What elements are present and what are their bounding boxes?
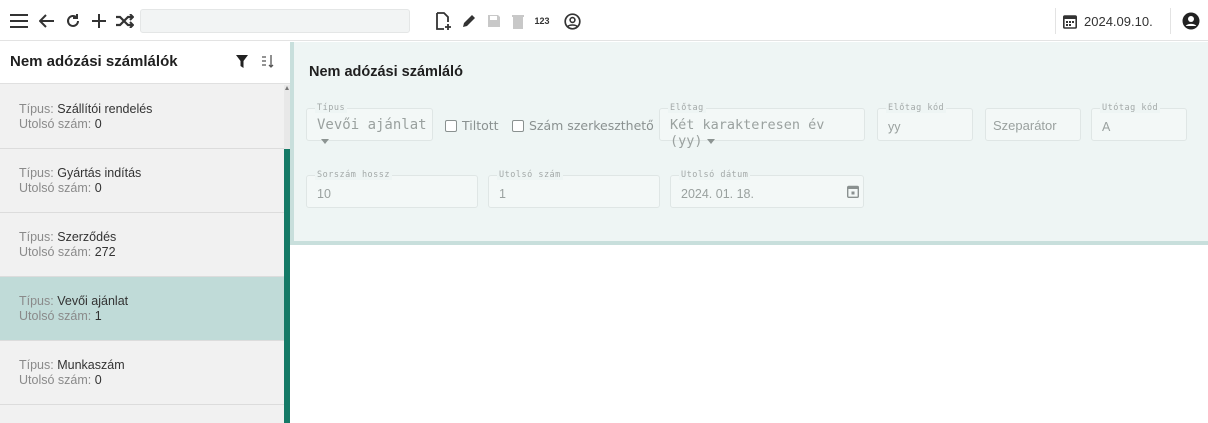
back-icon[interactable]: [36, 10, 58, 32]
type-value: Vevői ajánlat: [57, 294, 129, 308]
sidebar-title: Nem adózási számlálók: [10, 53, 178, 70]
type-value: Gyártás indítás: [57, 166, 142, 180]
address-bar[interactable]: [140, 9, 410, 33]
last-number-value: 1: [94, 309, 102, 323]
checkbox-box[interactable]: [445, 119, 457, 132]
tiltott-checkbox[interactable]: Tiltott: [445, 118, 499, 133]
form-title: Nem adózási számláló: [309, 64, 463, 80]
utolso-datum-field[interactable]: Utolsó dátum 2024. 01. 18.: [670, 170, 864, 208]
menu-icon[interactable]: [8, 10, 30, 32]
sorszam-hossz-label: Sorszám hossz: [315, 170, 393, 180]
calendar-icon[interactable]: [846, 185, 860, 203]
sorszam-hossz-value: 10: [317, 187, 331, 201]
elotag-kod-label: Előtag kód: [886, 103, 947, 113]
elotag-select[interactable]: Előtag Két karakteresen év (yy): [659, 103, 865, 149]
tipus-value: Vevői ajánlat: [317, 117, 432, 149]
last-number-line: Utolsó szám: 0: [19, 373, 284, 388]
last-number-key: Utolsó szám:: [19, 117, 92, 131]
last-number-value: 0: [94, 181, 102, 195]
reload-icon[interactable]: [62, 10, 84, 32]
type-line: Típus: Szállítói rendelés: [19, 102, 284, 117]
elotag-value: Két karakteresen év (yy): [670, 117, 825, 149]
last-number-value: 272: [94, 245, 116, 259]
type-key: Típus:: [19, 358, 54, 372]
tipus-select[interactable]: Típus Vevői ajánlat: [306, 103, 433, 144]
new-document-icon[interactable]: [432, 10, 454, 32]
list-item[interactable]: Típus: Munkaszám Utolsó szám: 0: [0, 341, 284, 405]
sidebar: Nem adózási számlálók Típus: Szállítói r…: [0, 42, 290, 423]
type-key: Típus:: [19, 294, 54, 308]
list-item[interactable]: Típus: Vevői ajánlat Utolsó szám: 1: [0, 277, 284, 341]
last-number-line: Utolsó szám: 1: [19, 309, 284, 324]
toolbar-separator: [1170, 8, 1171, 34]
last-number-value: 0: [94, 373, 102, 387]
last-number-key: Utolsó szám:: [19, 245, 92, 259]
last-number-key: Utolsó szám:: [19, 373, 92, 387]
szeparator-field[interactable]: Szeparátor: [985, 108, 1081, 141]
delete-icon[interactable]: [507, 10, 529, 32]
type-key: Típus:: [19, 166, 54, 180]
sorszam-hossz-field[interactable]: Sorszám hossz 10: [306, 170, 478, 208]
last-number-line: Utolsó szám: 272: [19, 245, 284, 260]
last-number-value: 0: [94, 117, 102, 131]
utolso-szam-label: Utolsó szám: [497, 170, 563, 180]
last-number-key: Utolsó szám:: [19, 309, 92, 323]
type-value: Szerződés: [57, 230, 117, 244]
elotag-label: Előtag: [668, 103, 706, 113]
utotag-kod-label: Utótag kód: [1100, 103, 1161, 113]
list-item[interactable]: Típus: Szállítói rendelés Utolsó szám: 0: [0, 85, 284, 149]
type-key: Típus:: [19, 230, 54, 244]
last-number-line: Utolsó szám: 0: [19, 181, 284, 196]
date-display[interactable]: 2024.09.10.: [1063, 9, 1153, 33]
date-text: 2024.09.10.: [1084, 13, 1153, 29]
type-line: Típus: Vevői ajánlat: [19, 294, 284, 309]
type-key: Típus:: [19, 102, 54, 116]
utotag-kod-field[interactable]: Utótag kód A: [1091, 103, 1187, 141]
type-value: Szállítói rendelés: [57, 102, 153, 116]
utolso-szam-field[interactable]: Utolsó szám 1: [488, 170, 660, 208]
filter-icon[interactable]: [236, 55, 248, 73]
elotag-kod-value: yy: [888, 120, 901, 134]
toolbar-separator: [1055, 8, 1056, 34]
list-item[interactable]: Típus: Szerződés Utolsó szám: 272: [0, 213, 284, 277]
type-value: Munkaszám: [57, 358, 125, 372]
utotag-kod-value: A: [1102, 120, 1111, 134]
sort-icon[interactable]: [261, 54, 275, 71]
last-number-key: Utolsó szám:: [19, 181, 92, 195]
edit-icon[interactable]: [458, 10, 480, 32]
utolso-datum-label: Utolsó dátum: [679, 170, 751, 180]
szeparator-placeholder: Szeparátor: [993, 118, 1057, 133]
utolso-datum-value: 2024. 01. 18.: [681, 187, 754, 201]
tiltott-label: Tiltott: [462, 118, 499, 133]
numbering-icon[interactable]: 123: [530, 10, 554, 32]
counter-form-panel: Nem adózási számláló Típus Vevői ajánlat…: [290, 42, 1208, 245]
chevron-down-icon: [321, 138, 329, 144]
add-icon[interactable]: [88, 10, 110, 32]
elotag-kod-field[interactable]: Előtag kód yy: [877, 103, 973, 141]
calendar-icon: [1063, 14, 1077, 29]
tipus-label: Típus: [315, 103, 348, 113]
szerkesztheto-label: Szám szerkeszthető: [529, 118, 654, 133]
shuffle-icon[interactable]: [114, 10, 136, 32]
toolbar: 123 2024.09.10.: [0, 0, 1208, 41]
type-line: Típus: Szerződés: [19, 230, 284, 245]
user-circle-icon[interactable]: [561, 10, 583, 32]
utolso-szam-value: 1: [499, 187, 506, 201]
chevron-down-icon: [706, 138, 715, 144]
save-icon[interactable]: [483, 10, 505, 32]
counter-list: Típus: Szállítói rendelés Utolsó szám: 0T…: [0, 85, 284, 405]
szerkesztheto-checkbox[interactable]: Szám szerkeszthető: [512, 118, 654, 133]
type-line: Típus: Munkaszám: [19, 358, 284, 373]
checkbox-box[interactable]: [512, 119, 524, 132]
account-icon[interactable]: [1180, 10, 1202, 32]
sidebar-header: Nem adózási számlálók: [0, 42, 290, 84]
type-line: Típus: Gyártás indítás: [19, 166, 284, 181]
list-item[interactable]: Típus: Gyártás indítás Utolsó szám: 0: [0, 149, 284, 213]
scroll-up-arrow-icon[interactable]: [285, 86, 289, 90]
last-number-line: Utolsó szám: 0: [19, 117, 284, 132]
